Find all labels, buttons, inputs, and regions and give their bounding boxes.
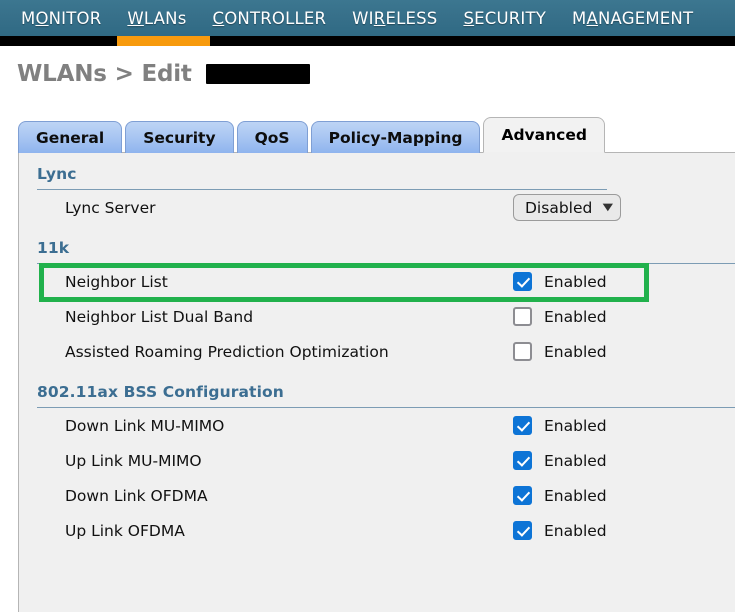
nav-item-accesskey: O <box>35 8 49 28</box>
field-row: Assisted Roaming Prediction Optimization… <box>19 334 735 369</box>
nav-item-accesskey: S <box>463 8 475 28</box>
section-lync: Lync Lync Server Disabled ▼ <box>19 153 735 225</box>
checkbox-checked[interactable] <box>513 416 532 435</box>
tab-strip: General Security QoS Policy-Mapping Advanced <box>18 117 608 153</box>
tab-label: Policy-Mapping <box>328 129 463 147</box>
nav-item-label-rest: ONTROLLER <box>224 8 327 28</box>
field-row: Up Link MU-MIMO Enabled <box>19 443 735 478</box>
chevron-down-icon: ▼ <box>602 201 614 213</box>
nav-item-monitor[interactable]: MONITOR <box>8 9 114 28</box>
checkbox-label: Enabled <box>544 416 607 435</box>
nav-item-label: M <box>572 8 587 28</box>
nav-item-accesskey: W <box>127 8 144 28</box>
checkbox-group: Enabled <box>513 342 607 361</box>
checkbox-label: Enabled <box>544 307 607 326</box>
field-row: Lync Server Disabled ▼ <box>19 190 735 225</box>
field-label: Neighbor List Dual Band <box>65 307 254 326</box>
field-row: Neighbor List Dual Band Enabled <box>19 299 735 334</box>
field-row: Up Link OFDMA Enabled <box>19 513 735 548</box>
nav-item-label-rest: NITOR <box>48 8 102 28</box>
tab-security[interactable]: Security <box>125 121 234 153</box>
tab-label: Advanced <box>501 126 587 144</box>
tab-label: General <box>36 129 105 147</box>
page-title-row: WLANs > Edit <box>0 54 735 94</box>
checkbox-label: Enabled <box>544 521 607 540</box>
tab-advanced[interactable]: Advanced <box>483 117 605 153</box>
nav-item-label: WI <box>352 8 374 28</box>
nav-item-label-rest: ELESS <box>385 8 438 28</box>
nav-item-wireless[interactable]: WIRELESS <box>339 9 450 28</box>
nav-active-indicator <box>117 36 210 46</box>
checkbox-group: Enabled <box>513 486 607 505</box>
field-label: Lync Server <box>65 198 156 217</box>
checkbox-checked[interactable] <box>513 451 532 470</box>
advanced-settings-panel: Lync Lync Server Disabled ▼ 11k Neighbor List… <box>18 152 735 612</box>
checkbox-group: Enabled <box>513 307 607 326</box>
field-row: Down Link MU-MIMO Enabled <box>19 408 735 443</box>
checkbox-label: Enabled <box>544 272 607 291</box>
checkbox-label: Enabled <box>544 342 607 361</box>
redacted-wlan-name <box>205 64 310 84</box>
checkbox-checked[interactable] <box>513 486 532 505</box>
tab-qos[interactable]: QoS <box>236 121 308 153</box>
checkbox-label: Enabled <box>544 486 607 505</box>
nav-item-controller[interactable]: CONTROLLER <box>200 9 340 28</box>
checkbox-checked[interactable] <box>513 272 532 291</box>
nav-item-label: M <box>21 8 36 28</box>
lync-server-select[interactable]: Disabled ▼ <box>513 194 622 221</box>
checkbox-group: Enabled <box>513 451 607 470</box>
sections-host: Lync Lync Server Disabled ▼ 11k Neighbor List… <box>19 153 735 548</box>
tab-general[interactable]: General <box>18 121 123 153</box>
top-navigation-bar: MONITOR WLANs CONTROLLER WIRELESS SECURITY MA… <box>0 0 735 36</box>
section-802-11ax-bss-configuration: 802.11ax BSS Configuration Down Link MU-M… <box>19 369 735 548</box>
checkbox-unchecked[interactable] <box>513 342 532 361</box>
tab-label: QoS <box>254 129 290 147</box>
section-title: 11k <box>37 239 70 257</box>
nav-item-label-rest: ECURITY <box>474 8 547 28</box>
field-label: Assisted Roaming Prediction Optimization <box>65 342 389 361</box>
field-row: Neighbor List Enabled <box>19 264 735 299</box>
page-title: WLANs > Edit <box>17 61 192 87</box>
nav-item-wlans[interactable]: WLANs <box>114 9 199 28</box>
field-label: Down Link OFDMA <box>65 486 208 505</box>
checkbox-group: Enabled <box>513 416 607 435</box>
field-label: Up Link OFDMA <box>65 521 185 540</box>
checkbox-unchecked[interactable] <box>513 307 532 326</box>
top-navigation-items: MONITOR WLANs CONTROLLER WIRELESS SECURITY MA… <box>0 0 735 36</box>
section-title: 802.11ax BSS Configuration <box>37 383 284 401</box>
section-11k: 11k Neighbor List Enabled Neighbor List Dua… <box>19 225 735 369</box>
section-title: Lync <box>37 165 77 183</box>
tab-label: Security <box>143 129 216 147</box>
nav-item-security[interactable]: SECURITY <box>450 9 559 28</box>
field-label: Up Link MU-MIMO <box>65 451 202 470</box>
checkbox-group: Enabled <box>513 272 607 291</box>
nav-underline-strip <box>0 36 735 46</box>
checkbox-group: Enabled <box>513 521 607 540</box>
nav-item-accesskey: C <box>212 8 225 28</box>
field-label: Neighbor List <box>65 272 168 291</box>
tab-policy-mapping[interactable]: Policy-Mapping <box>310 121 481 153</box>
checkbox-checked[interactable] <box>513 521 532 540</box>
nav-item-accesskey: A <box>586 8 598 28</box>
field-label: Down Link MU-MIMO <box>65 416 225 435</box>
select-value: Disabled <box>525 198 593 217</box>
field-row: Down Link OFDMA Enabled <box>19 478 735 513</box>
nav-item-management[interactable]: MANAGEMENT <box>559 9 706 28</box>
nav-item-label-rest: LANs <box>143 8 187 28</box>
checkbox-label: Enabled <box>544 451 607 470</box>
nav-item-label-rest: NAGEMENT <box>597 8 694 28</box>
nav-item-accesskey: R <box>373 8 386 28</box>
